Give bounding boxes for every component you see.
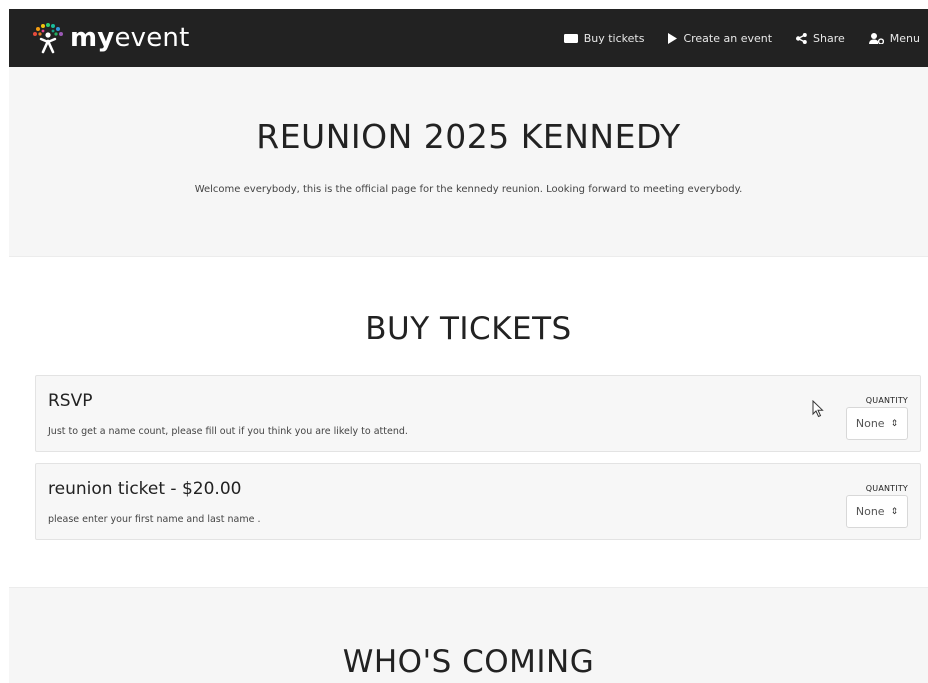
quantity-select[interactable]: None ⇕ xyxy=(846,495,908,528)
brand-logo-link[interactable]: myevent xyxy=(30,20,190,56)
event-title: REUNION 2025 KENNEDY xyxy=(256,117,681,156)
ticket-card-rsvp: RSVP Just to get a name count, please fi… xyxy=(35,375,921,452)
ticket-name: RSVP xyxy=(48,391,92,411)
nav-menu[interactable]: Menu xyxy=(868,31,920,45)
myevent-logo-icon xyxy=(33,23,63,54)
quantity-label: QUANTITY xyxy=(865,484,908,493)
ticket-description: Just to get a name count, please fill ou… xyxy=(48,426,408,437)
ticket-name-text: RSVP xyxy=(48,391,93,411)
ticket-name: reunion ticket - $20.00 xyxy=(48,479,241,499)
select-arrows-icon: ⇕ xyxy=(890,506,899,517)
quantity-select[interactable]: None ⇕ xyxy=(846,407,908,440)
ticket-description: please enter your first name and last na… xyxy=(48,514,261,525)
nav-share-label: Share xyxy=(813,31,845,45)
nav-create-event-label: Create an event xyxy=(683,31,773,45)
event-header: REUNION 2025 KENNEDY Welcome everybody, … xyxy=(9,67,928,257)
ticket-icon xyxy=(563,33,578,43)
user-gear-icon xyxy=(868,32,884,44)
event-description: Welcome everybody, this is the official … xyxy=(194,184,743,195)
ticket-card-reunion: reunion ticket - $20.00 please enter you… xyxy=(35,463,921,540)
nav-create-event[interactable]: Create an event xyxy=(668,32,772,45)
share-icon xyxy=(796,32,807,44)
select-arrows-icon: ⇕ xyxy=(890,418,899,429)
ticket-price: - $20.00 xyxy=(165,479,242,499)
nav-links: Buy tickets Create an event Share Menu xyxy=(540,32,920,45)
buy-tickets-heading: BUY TICKETS xyxy=(365,311,572,347)
nav-menu-label: Menu xyxy=(889,31,920,45)
whos-coming-section: WHO'S COMING xyxy=(9,587,928,683)
nav-share[interactable]: Share xyxy=(796,32,845,45)
ticket-name-text: reunion ticket xyxy=(48,479,166,499)
nav-buy-tickets[interactable]: Buy tickets xyxy=(563,31,645,45)
brand-name-regular: event xyxy=(114,23,190,53)
play-icon xyxy=(668,32,678,44)
top-navbar: myevent Buy tickets Create an event Shar… xyxy=(9,9,928,67)
quantity-value: None xyxy=(855,505,885,518)
quantity-label: QUANTITY xyxy=(865,396,908,405)
mouse-pointer-icon xyxy=(812,400,824,418)
whos-coming-heading: WHO'S COMING xyxy=(342,644,595,680)
brand-name-bold: my xyxy=(70,23,115,53)
nav-buy-tickets-label: Buy tickets xyxy=(583,31,645,45)
quantity-value: None xyxy=(855,417,885,430)
brand-name: myevent xyxy=(70,23,190,53)
